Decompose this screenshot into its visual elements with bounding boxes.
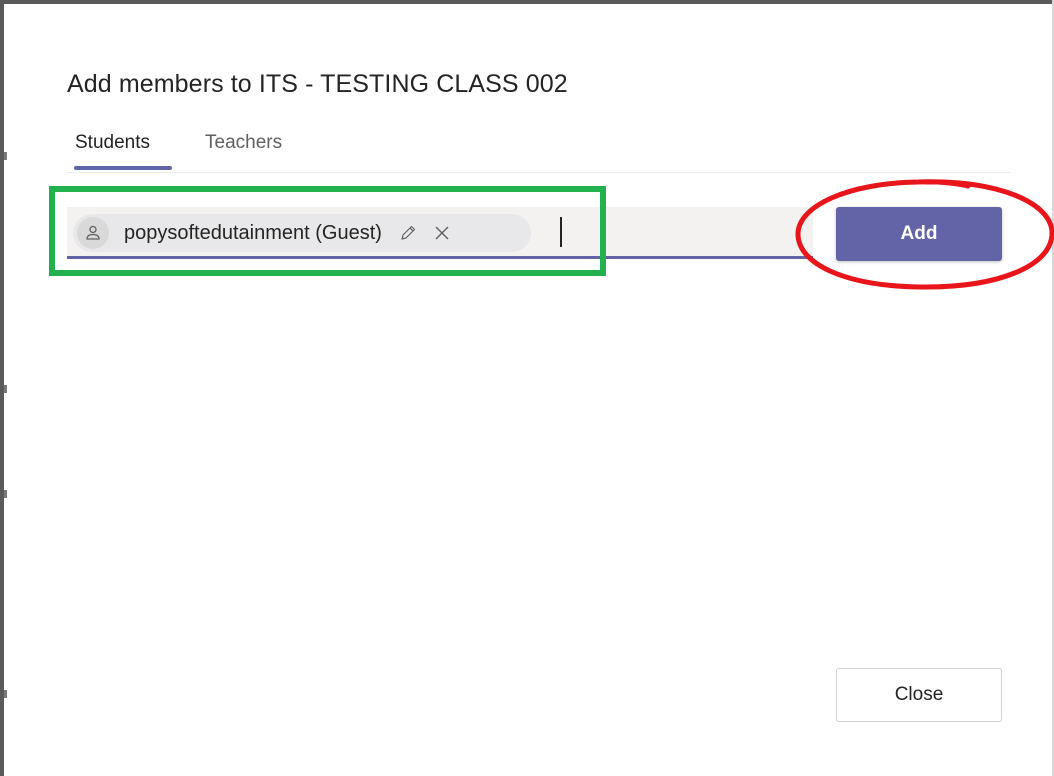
selected-tab-indicator (74, 166, 172, 170)
dialog-title: Add members to ITS - TESTING CLASS 002 (67, 70, 568, 98)
background-edge-mark (4, 152, 7, 160)
add-button[interactable]: Add (836, 207, 1002, 261)
tab-students[interactable]: Students (75, 132, 150, 154)
close-icon[interactable] (430, 221, 454, 245)
tab-teachers[interactable]: Teachers (205, 132, 282, 154)
tab-bar: Students Teachers (67, 132, 1010, 173)
background-edge-mark (4, 690, 7, 698)
background-edge-mark (4, 490, 7, 498)
member-picker-input[interactable]: popysoftedutainment (Guest) (67, 207, 813, 259)
pencil-icon[interactable] (396, 221, 420, 245)
window-frame-top (0, 0, 1054, 4)
person-icon (77, 217, 109, 249)
background-edge-mark (4, 385, 7, 393)
text-cursor (560, 217, 562, 247)
selected-member-name: popysoftedutainment (Guest) (124, 221, 382, 244)
selected-member-pill: popysoftedutainment (Guest) (73, 214, 531, 252)
close-button[interactable]: Close (836, 668, 1002, 722)
